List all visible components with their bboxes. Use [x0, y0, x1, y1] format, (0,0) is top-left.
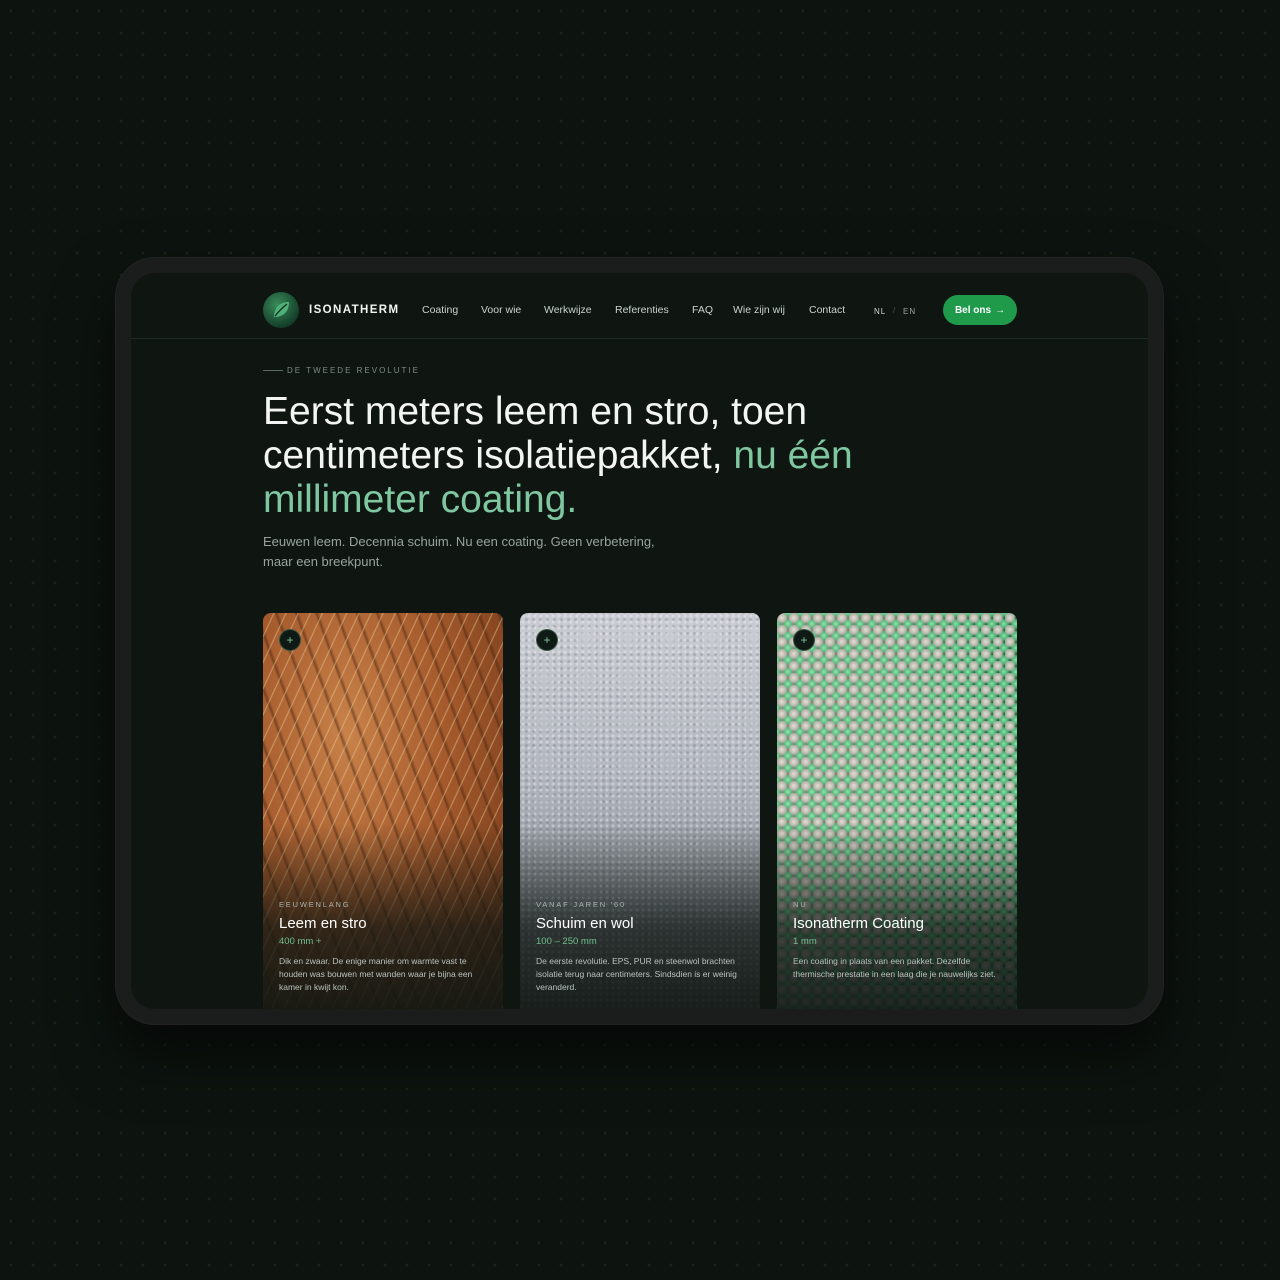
arrow-right-icon: →	[995, 304, 1006, 316]
hero-eyebrow: DE TWEEDE REVOLUTIE	[287, 366, 420, 375]
card-title: Isonatherm Coating	[793, 915, 924, 932]
call-us-label: Bel ons	[954, 304, 992, 316]
leaf-logo-icon[interactable]	[263, 292, 299, 328]
eyebrow-divider	[263, 370, 283, 371]
card-isonatherm-coating[interactable]: + NU Isonatherm Coating 1 mm Een coating…	[777, 613, 1017, 1009]
card-title: Leem en stro	[279, 915, 367, 932]
card-thickness: 100 – 250 mm	[536, 936, 597, 947]
hero-subline: Eeuwen leem. Decennia schuim. Nu een coa…	[263, 534, 655, 569]
nav-link-referenties[interactable]: Referenties	[615, 304, 669, 316]
card-title: Schuim en wol	[536, 915, 634, 932]
nav-link-werkwijze[interactable]: Werkwijze	[544, 304, 592, 316]
plus-icon[interactable]: +	[536, 629, 558, 651]
card-eyebrow: NU	[793, 900, 808, 909]
card-thickness: 1 mm	[793, 936, 817, 947]
hero-headline: Eerst meters leem en stro, toen centimet…	[263, 390, 983, 522]
nav-link-voor-wie[interactable]: Voor wie	[481, 304, 521, 316]
nav-link-wie-zijn-wij[interactable]: Wie zijn wij	[733, 304, 785, 316]
brand-name[interactable]: ISONATHERM	[309, 304, 399, 316]
lang-separator: /	[893, 306, 896, 315]
card-description: Een coating in plaats van een pakket. De…	[793, 956, 996, 979]
card-thickness: 400 mm +	[279, 936, 322, 947]
lang-nl[interactable]: NL	[874, 307, 886, 316]
card-eyebrow: EEUWENLANG	[279, 900, 351, 909]
card-schuim-en-wol[interactable]: + VANAF JAREN '60 Schuim en wol 100 – 25…	[520, 613, 760, 1009]
headline-main: Eerst meters leem en stro, toen centimet…	[263, 390, 808, 477]
card-eyebrow: VANAF JAREN '60	[536, 900, 626, 909]
card-description: De eerste revolutie. EPS, PUR en steenwo…	[536, 956, 737, 992]
plus-icon[interactable]: +	[279, 629, 301, 651]
plus-icon[interactable]: +	[793, 629, 815, 651]
website-screen: ISONATHERM Coating Voor wie Werkwijze Re…	[131, 273, 1148, 1009]
tablet-frame: ISONATHERM Coating Voor wie Werkwijze Re…	[115, 257, 1164, 1025]
card-leem-en-stro[interactable]: + EEUWENLANG Leem en stro 400 mm + Dik e…	[263, 613, 503, 1009]
nav-link-coating[interactable]: Coating	[422, 304, 458, 316]
nav-link-contact[interactable]: Contact	[809, 304, 845, 316]
card-description: Dik en zwaar. De enige manier om warmte …	[279, 956, 473, 992]
nav-link-faq[interactable]: FAQ	[692, 304, 713, 316]
lang-en[interactable]: EN	[903, 307, 916, 316]
top-navigation: ISONATHERM Coating Voor wie Werkwijze Re…	[131, 273, 1148, 339]
call-us-button[interactable]: Bel ons →	[943, 295, 1017, 325]
